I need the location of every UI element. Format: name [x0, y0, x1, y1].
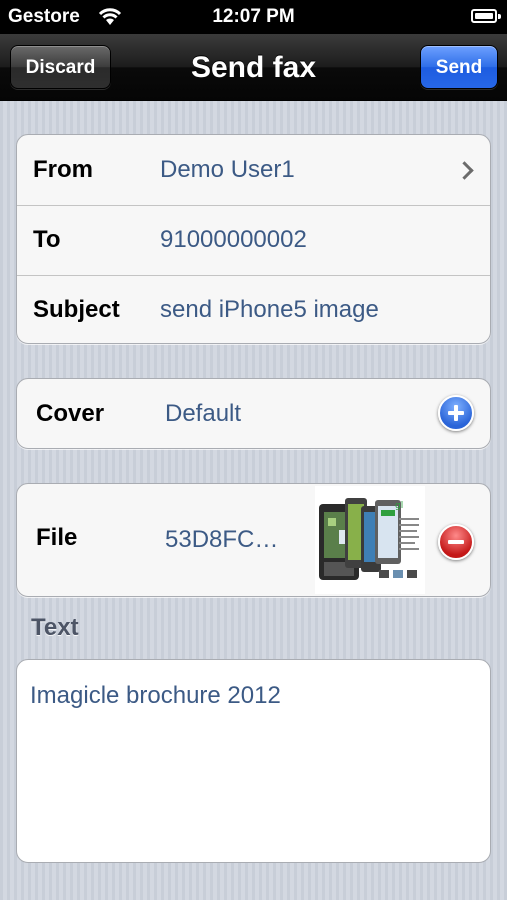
cover-value[interactable]: Default [165, 400, 241, 428]
from-label: From [33, 156, 93, 183]
file-group: File 53D8FC… gl [16, 483, 491, 597]
file-name: 53D8FC… [165, 526, 279, 553]
message-text: Imagicle brochure 2012 [30, 682, 281, 709]
file-label: File [36, 524, 78, 551]
status-bar: Gestore 12:07 PM [0, 0, 507, 34]
subject-row[interactable]: Subject send iPhone5 image [17, 275, 490, 345]
remove-icon[interactable] [438, 524, 474, 560]
to-row[interactable]: To 91000000002 [17, 205, 490, 275]
navigation-bar: Discard Send fax Send [0, 34, 507, 101]
to-field[interactable]: 91000000002 [160, 226, 307, 254]
add-icon[interactable] [438, 395, 474, 431]
battery-icon [471, 9, 501, 23]
from-value: Demo User1 [160, 156, 295, 183]
subject-field[interactable]: send iPhone5 image [160, 296, 379, 324]
to-label: To [33, 226, 61, 253]
svg-text:gl: gl [395, 501, 403, 511]
clock: 12:07 PM [212, 6, 295, 27]
message-text-area[interactable]: Imagicle brochure 2012 [16, 659, 491, 863]
cover-group: Cover Default [16, 378, 491, 449]
text-section-header: Text [31, 614, 79, 641]
file-thumbnail[interactable]: gl [315, 486, 425, 594]
from-row[interactable]: From Demo User1 [17, 135, 490, 205]
subject-label: Subject [33, 296, 120, 323]
phone-brochure-image: gl [315, 486, 425, 594]
fax-details-group: From Demo User1 To 91000000002 Subject s… [16, 134, 491, 344]
cover-label: Cover [36, 400, 105, 427]
send-button[interactable]: Send [420, 45, 498, 89]
chevron-right-icon [455, 161, 474, 180]
